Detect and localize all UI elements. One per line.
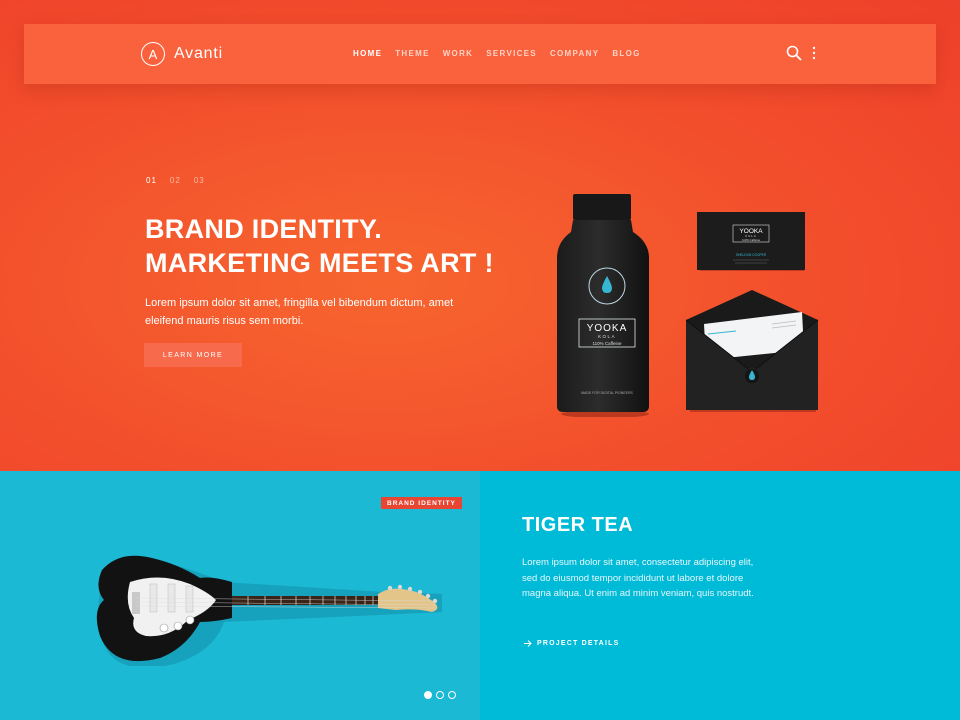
carousel-dot-1[interactable] — [424, 691, 432, 699]
hero-section: A Avanti HOME THEME WORK SERVICES COMPAN… — [0, 0, 960, 471]
search-icon[interactable] — [786, 45, 802, 61]
navbar: A Avanti HOME THEME WORK SERVICES COMPAN… — [24, 24, 936, 84]
hero-description: Lorem ipsum dolor sit amet, fringilla ve… — [145, 297, 454, 327]
nav-item-home[interactable]: HOME — [353, 49, 382, 58]
project-details-label: PROJECT DETAILS — [537, 640, 620, 647]
bottle-mockup: YOOKA KOLA 110% Caffeine MADE FOR DIGITA… — [557, 194, 649, 417]
carousel-dot-2[interactable] — [436, 691, 444, 699]
project-description: Lorem ipsum dolor sit amet, consectetur … — [522, 557, 754, 599]
category-badge: BRAND IDENTITY — [381, 497, 462, 509]
learn-more-button[interactable]: LEARN MORE — [144, 343, 242, 367]
carousel-dots — [424, 691, 456, 699]
card-name: SHELDON COOPER — [736, 253, 767, 257]
bottle-sub: KOLA — [598, 334, 616, 339]
more-vertical-icon[interactable] — [812, 45, 816, 61]
slide-number-2[interactable]: 02 — [170, 176, 181, 185]
hero-title-line-1: BRAND IDENTITY. — [145, 214, 383, 244]
bottle-footer: MADE FOR DIGITAL PIONEERS — [581, 391, 633, 395]
nav-item-work[interactable]: WORK — [443, 49, 474, 58]
nav-icons — [786, 45, 816, 61]
nav-item-blog[interactable]: BLOG — [612, 49, 640, 58]
main-nav: HOME THEME WORK SERVICES COMPANY BLOG — [353, 49, 641, 58]
project-details-link[interactable]: PROJECT DETAILS — [524, 640, 619, 647]
nav-item-theme[interactable]: THEME — [395, 49, 430, 58]
slide-number-3[interactable]: 03 — [194, 176, 205, 185]
slider-pager: 01 02 03 — [146, 176, 205, 185]
nav-item-services[interactable]: SERVICES — [486, 49, 537, 58]
logo-text: Avanti — [174, 45, 223, 62]
card-caption: 110% Caffeine — [742, 238, 761, 242]
carousel-dot-3[interactable] — [448, 691, 456, 699]
bottle-caption: 110% Caffeine — [592, 341, 622, 346]
logo[interactable]: A Avanti — [141, 42, 223, 66]
hero-title: BRAND IDENTITY. MARKETING MEETS ART ! — [145, 212, 505, 280]
hero-title-line-2: MARKETING MEETS ART ! — [145, 248, 494, 278]
guitar-image[interactable] — [90, 548, 442, 666]
business-card-mockup: YOOKA KOLA 110% Caffeine SHELDON COOPER — [697, 212, 805, 271]
nav-item-company[interactable]: COMPANY — [550, 49, 599, 58]
bottle-brand: YOOKA — [587, 323, 628, 334]
envelope-mockup — [686, 290, 819, 412]
project-title: TIGER TEA — [522, 514, 634, 536]
slide-number-1[interactable]: 01 — [146, 176, 157, 185]
logo-mark: A — [141, 42, 165, 66]
arrow-right-icon — [524, 640, 532, 647]
